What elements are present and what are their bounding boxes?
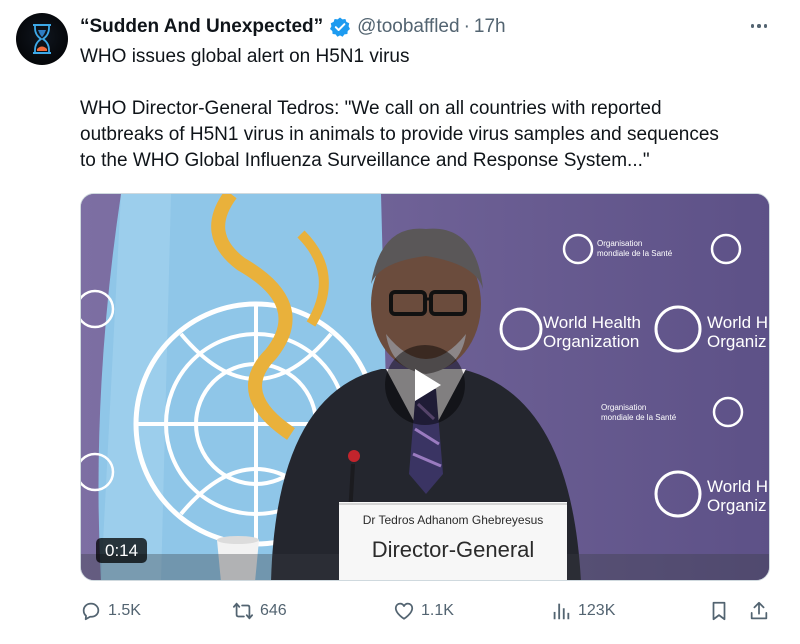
share-button[interactable] [748,596,770,626]
heart-icon [394,602,414,620]
bookmark-button[interactable] [708,596,730,626]
nameplate-title: Director-General [372,537,535,562]
tweet-text-line: WHO issues global alert on H5N1 virus [80,46,410,67]
backdrop-org-name: World Health [543,313,641,332]
share-icon [750,601,768,620]
tweet-card: “Sudden And Unexpected” @toobaffled · 17… [0,0,800,644]
tweet-text-line: outbreaks of H5N1 virus in animals to pr… [80,124,719,145]
verified-badge-icon [329,16,351,38]
repost-count: 646 [260,602,287,619]
play-icon[interactable] [385,345,465,425]
handle[interactable]: @toobaffled [357,16,459,38]
avatar[interactable] [16,13,68,65]
backdrop-org-name2: Organization [543,332,639,351]
backdrop-org-fr: Organisation [597,239,642,248]
view-count: 123K [578,602,616,619]
reply-count: 1.5K [108,602,141,619]
tweet-text-line: to the WHO Global Influenza Surveillance… [80,150,650,171]
tweet-text-line: WHO Director-General Tedros: "We call on… [80,98,662,119]
backdrop-org-cut2: Organiz [707,496,767,515]
separator: · [463,16,470,37]
views-button[interactable]: 123K [550,596,615,626]
tweet-text: WHO issues global alert on H5N1 virus WH… [80,44,780,174]
backdrop-org-cut2: Organiz [707,332,767,351]
repost-icon [232,602,254,620]
reply-button[interactable]: 1.5K [80,596,141,626]
tweet-actions: 1.5K 646 1.1K 123K [80,596,780,626]
backdrop-org-fr2: mondiale de la Santé [597,249,673,258]
repost-button[interactable]: 646 [232,596,287,626]
more-options-button[interactable] [744,14,774,38]
more-icon-dot [750,24,755,28]
backdrop-org-cut: World H [707,313,768,332]
tweet-header: “Sudden And Unexpected” @toobaffled · 17… [80,14,506,40]
more-icon-dot [757,24,761,28]
timestamp[interactable]: 17h [474,16,506,38]
like-count: 1.1K [421,602,454,619]
more-icon-dot [763,24,768,28]
like-button[interactable]: 1.1K [393,596,454,626]
reply-icon [82,602,100,621]
views-chart-icon [553,603,570,620]
video-duration: 0:14 [96,538,148,563]
bookmark-icon [712,601,726,621]
backdrop-org-cut: World H [707,477,768,496]
backdrop-org-fr2: mondiale de la Santé [601,413,677,422]
hourglass-icon [33,24,51,54]
backdrop-org-fr: Organisation [601,403,646,412]
nameplate-name: Dr Tedros Adhanom Ghebreyesus [363,513,544,527]
display-name[interactable]: “Sudden And Unexpected” [80,16,323,38]
